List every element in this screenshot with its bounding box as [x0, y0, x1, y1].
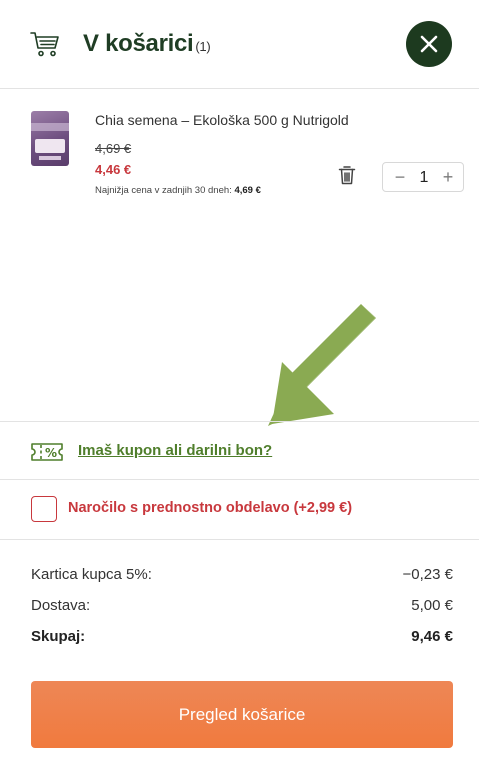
view-cart-button[interactable]: Pregled košarice	[31, 681, 453, 748]
arrow-annotation	[268, 304, 376, 426]
page-title: V košarici (1)	[83, 30, 211, 58]
summary-row-discount: Kartica kupca 5%: −0,23 €	[31, 566, 453, 597]
close-button[interactable]	[406, 21, 452, 67]
quantity-increase-button[interactable]: +	[439, 167, 457, 187]
svg-text:%: %	[45, 446, 57, 460]
quantity-value[interactable]: 1	[415, 168, 433, 188]
delivery-label: Dostava:	[31, 597, 91, 614]
cart-count: (1)	[195, 39, 211, 54]
summary-row-total: Skupaj: 9,46 €	[31, 628, 453, 659]
delivery-amount: 5,00 €	[411, 597, 453, 614]
title-text: V košarici	[83, 30, 194, 57]
lowest-price-label: Najnižja cena v zadnjih 30 dneh:	[95, 185, 235, 196]
summary-row-delivery: Dostava: 5,00 €	[31, 597, 453, 628]
trash-icon[interactable]	[338, 165, 356, 185]
coupon-ticket-icon: %	[31, 443, 63, 461]
priority-checkbox[interactable]	[31, 496, 57, 522]
total-label: Skupaj:	[31, 628, 86, 645]
total-amount: 9,46 €	[411, 628, 453, 645]
lowest-price-note: Najnižja cena v zadnjih 30 dneh: 4,69 €	[95, 183, 295, 199]
lowest-price-value: 4,69 €	[234, 185, 261, 196]
discount-label: Kartica kupca 5%:	[31, 566, 152, 583]
priority-label[interactable]: Naročilo s prednostno obdelavo (+2,99 €)	[68, 500, 352, 516]
coupon-link[interactable]: Imaš kupon ali darilni bon?	[78, 442, 272, 459]
order-summary: Kartica kupca 5%: −0,23 € Dostava: 5,00 …	[31, 566, 453, 659]
close-icon	[420, 35, 438, 53]
quantity-stepper: − 1 +	[382, 162, 464, 192]
cart-header: V košarici (1)	[0, 0, 479, 89]
product-image[interactable]	[31, 111, 69, 166]
discount-amount: −0,23 €	[402, 566, 453, 583]
old-price: 4,69 €	[95, 141, 132, 156]
current-price: 4,46 €	[95, 162, 132, 177]
coupon-link-row[interactable]: % Imaš kupon ali darilni bon?	[0, 421, 479, 480]
shopping-cart-icon	[30, 32, 59, 57]
product-name[interactable]: Chia semena – Ekološka 500 g Nutrigold	[95, 112, 349, 128]
quantity-decrease-button[interactable]: −	[391, 167, 409, 187]
priority-processing-row: Naročilo s prednostno obdelavo (+2,99 €)	[0, 480, 479, 540]
